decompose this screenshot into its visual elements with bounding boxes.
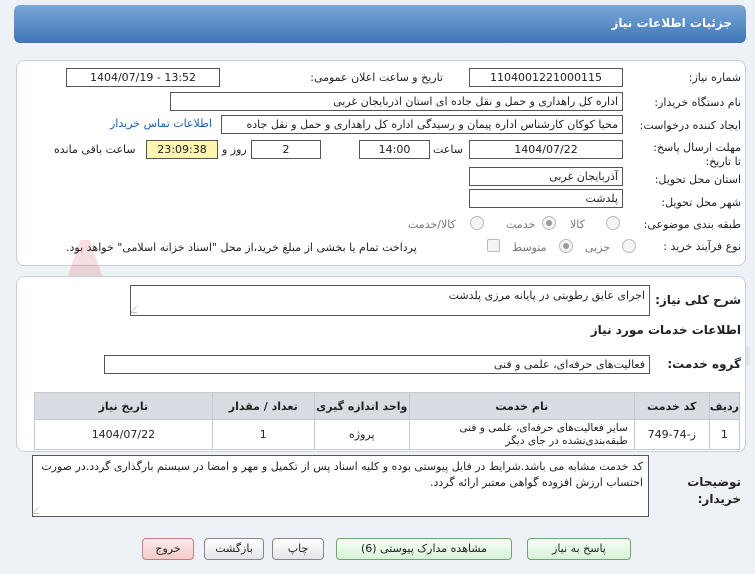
buyer-field: اداره کل راهداری و حمل و نقل جاده ای است… — [170, 92, 623, 111]
services-section-title: اطلاعات خدمات مورد نیاز — [590, 323, 741, 337]
col-unit: واحد اندازه گیری — [313, 392, 410, 420]
cell-row-number: 1 — [708, 419, 741, 450]
treasury-payment-checkbox[interactable] — [487, 239, 500, 252]
reply-button[interactable]: پاسخ به نیاز — [527, 538, 631, 560]
deadline-date-field: 1404/07/22 — [469, 140, 623, 159]
remaining-time-label: ساعت باقی مانده — [54, 143, 136, 156]
days-remaining-field: 2 — [251, 140, 321, 159]
city-label: شهر محل تحویل: — [661, 196, 741, 209]
purchase-radio-medium[interactable] — [559, 239, 573, 253]
city-field: پلدشت — [469, 189, 623, 208]
col-service-name: نام خدمت — [408, 392, 635, 420]
category-option-service: خدمت — [506, 218, 536, 231]
deadline-label: مهلت ارسال پاسخ: تا تاریخ: — [653, 141, 741, 168]
buyer-notes-field: کد خدمت مشابه می باشد.شرایط در فایل پیوس… — [31, 455, 649, 517]
summary-label: شرح کلی نیاز: — [655, 293, 741, 307]
service-group-label: گروه خدمت: — [667, 357, 741, 371]
page-title: جزئیات اطلاعات نیاز — [611, 16, 732, 30]
category-option-goods: کالا — [570, 218, 585, 231]
cell-need-date: 1404/07/22 — [34, 419, 213, 450]
buyer-notes-text: کد خدمت مشابه می باشد.شرایط در فایل پیوس… — [41, 460, 643, 489]
days-label: روز و — [222, 143, 247, 156]
category-option-goods-service: کالا/خدمت — [408, 218, 456, 231]
exit-button[interactable]: خروج — [142, 538, 194, 560]
col-need-date: تاریخ نیاز — [34, 392, 213, 420]
need-number-field: 1104001221000115 — [469, 68, 623, 87]
services-table: ردیف کد خدمت نام خدمت واحد اندازه گیری ت… — [34, 392, 741, 450]
col-service-code: کد خدمت — [633, 392, 710, 420]
back-button[interactable]: بازگشت — [204, 538, 264, 560]
services-table-header: ردیف کد خدمت نام خدمت واحد اندازه گیری ت… — [34, 392, 741, 420]
announce-date-label: تاریخ و ساعت اعلان عمومی: — [310, 71, 443, 84]
buyer-contact-link[interactable]: اطلاعات تماس خریدار — [110, 117, 212, 130]
table-row: 1 ز-74-749 سایر فعالیت‌های حرفه‌ای، علمی… — [34, 419, 741, 450]
resize-grip-icon[interactable] — [131, 306, 144, 313]
category-label: طبقه بندی موضوعی: — [643, 218, 741, 231]
category-radio-goods[interactable] — [606, 216, 620, 230]
summary-text: اجرای عایق رطوبتی در پایانه مرزی پلدشت — [448, 289, 645, 302]
cell-service-name: سایر فعالیت‌های حرفه‌ای، علمی و فنی طبقه… — [408, 419, 635, 450]
service-group-field: فعالیت‌های حرفه‌ای، علمی و فنی — [104, 355, 650, 374]
buyer-label: نام دستگاه خریدار: — [654, 96, 741, 109]
cell-quantity: 1 — [211, 419, 315, 450]
cell-service-code: ز-74-749 — [633, 419, 710, 450]
category-radio-service[interactable] — [542, 216, 556, 230]
province-field: آذربایجان غربی — [469, 167, 623, 186]
col-row-number: ردیف — [708, 392, 741, 420]
purchase-option-minor: جزیی — [585, 241, 611, 254]
creator-label: ایجاد کننده درخواست: — [639, 119, 741, 132]
creator-field: محیا کوکان کارشناس اداره پیمان و رسیدگی … — [221, 115, 623, 134]
col-quantity: تعداد / مقدار — [211, 392, 315, 420]
buyer-notes-label: توضیحات خریدار: — [687, 475, 741, 506]
treasury-payment-note: پرداخت تمام یا بخشی از مبلغ خرید،از محل … — [66, 241, 417, 254]
purchase-option-medium: متوسط — [512, 241, 547, 254]
category-radio-goods-service[interactable] — [470, 216, 484, 230]
deadline-time-field: 14:00 — [359, 140, 430, 159]
time-label: ساعت — [433, 143, 463, 156]
need-number-label: شماره نیاز: — [688, 71, 741, 84]
need-info-panel — [16, 60, 746, 266]
cell-unit: پروژه — [313, 419, 410, 450]
purchase-type-label: نوع فرآیند خرید : — [663, 240, 741, 253]
page-header: جزئیات اطلاعات نیاز — [14, 5, 746, 43]
remaining-time-field: 23:09:38 — [146, 140, 218, 159]
print-button[interactable]: چاپ — [272, 538, 324, 560]
summary-field: اجرای عایق رطوبتی در پایانه مرزی پلدشت — [130, 285, 650, 316]
purchase-radio-minor[interactable] — [622, 239, 636, 253]
province-label: استان محل تحویل: — [654, 173, 741, 186]
view-attachments-button[interactable]: مشاهده مدارک پیوستی (6) — [336, 538, 512, 560]
resize-grip-icon[interactable] — [31, 507, 46, 514]
announce-date-field: 1404/07/19 - 13:52 — [66, 68, 220, 87]
